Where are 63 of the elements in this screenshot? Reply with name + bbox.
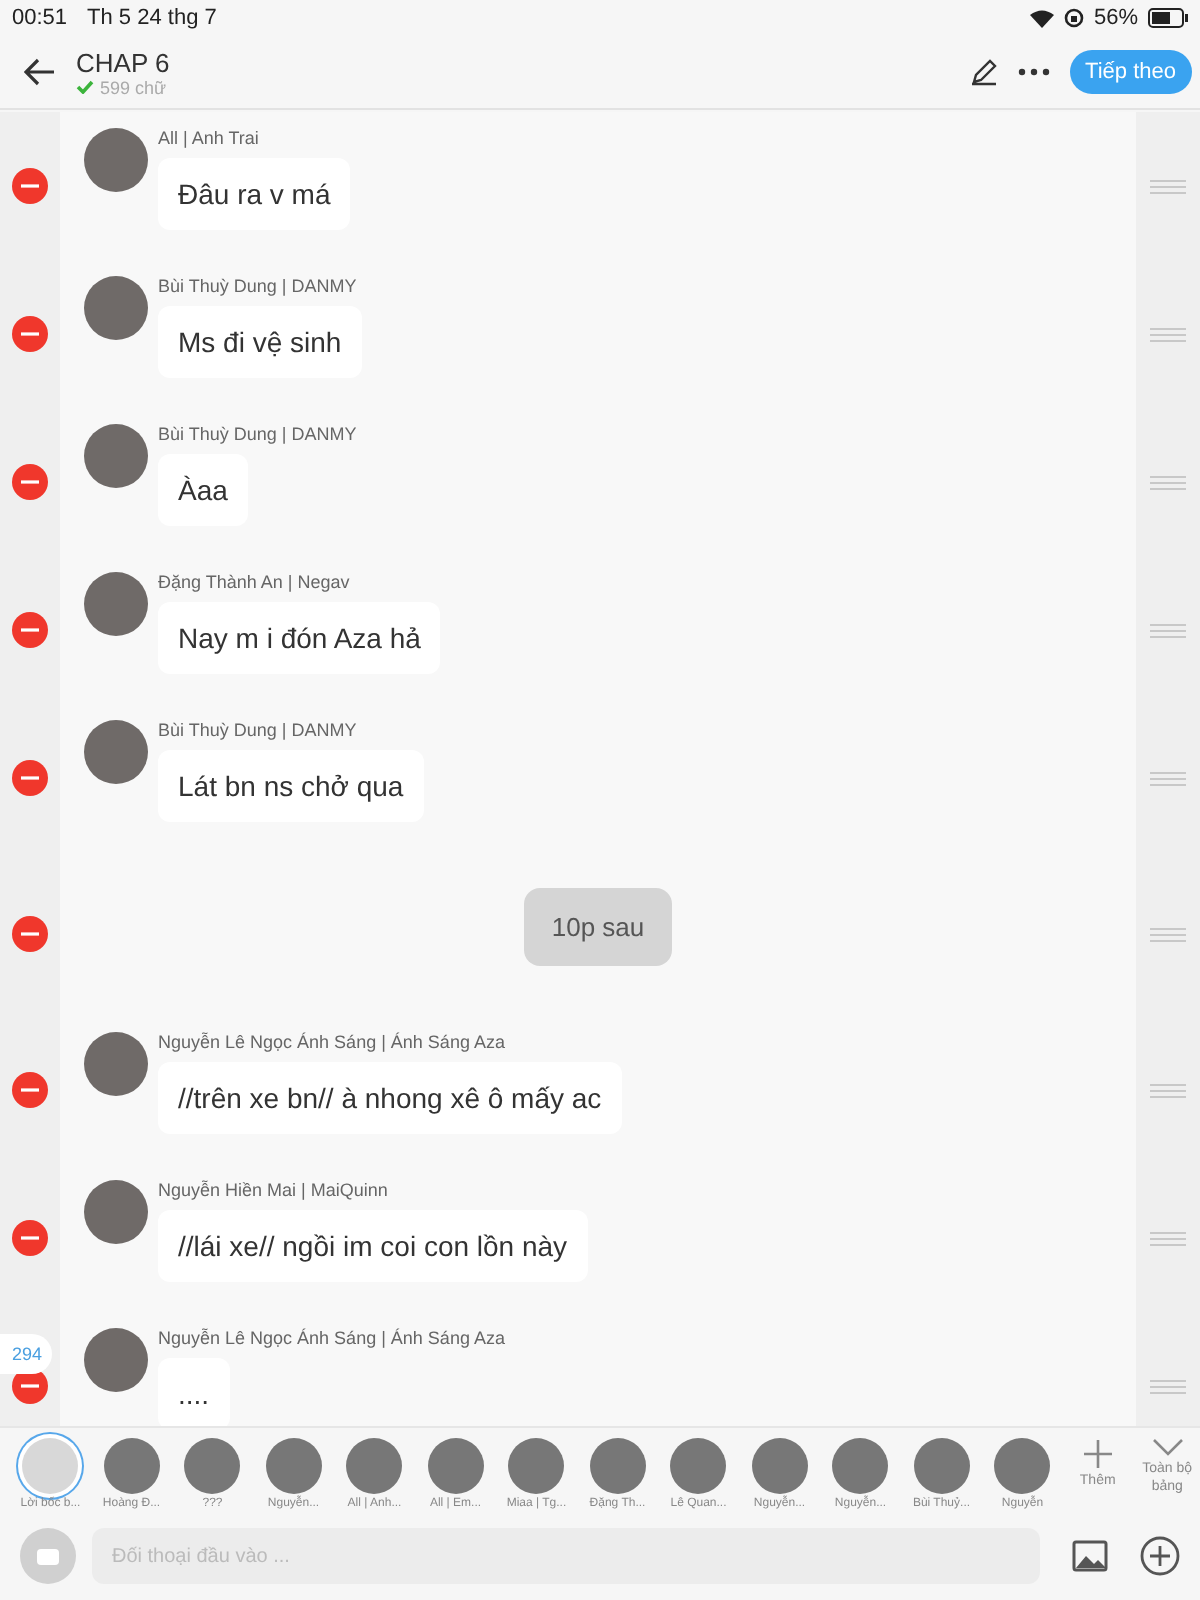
message-bubble[interactable]: Ms đi vệ sinh <box>158 306 362 378</box>
remove-icon[interactable] <box>12 464 48 500</box>
avatar <box>84 1180 148 1244</box>
more-icon[interactable] <box>1017 68 1050 76</box>
drag-handle-icon[interactable] <box>1150 327 1186 341</box>
remove-icon[interactable] <box>12 316 48 352</box>
avatar <box>84 572 148 636</box>
narration-bubble[interactable]: 10p sau <box>523 887 673 965</box>
back-arrow-icon[interactable] <box>24 58 56 86</box>
drag-handle-icon[interactable] <box>1150 771 1186 785</box>
remove-icon[interactable] <box>12 168 48 204</box>
avatar <box>84 720 148 784</box>
message-bubble[interactable]: //lái xe// ngồi im coi con lồn này <box>158 1210 588 1282</box>
speaker-name: Bùi Thuỳ Dung | DANMY <box>158 276 357 296</box>
chevron-down-icon <box>1151 1438 1184 1458</box>
image-button[interactable] <box>1072 1540 1108 1572</box>
image-icon <box>1072 1540 1108 1572</box>
avatar <box>84 1032 148 1096</box>
pencil-icon[interactable] <box>969 58 998 86</box>
speaker-name: Nguyễn Hiền Mai | MaiQuinn <box>158 1180 388 1200</box>
avatar <box>84 424 148 488</box>
speaker-name: Bùi Thuỳ Dung | DANMY <box>158 424 357 444</box>
add-button[interactable] <box>1140 1536 1180 1576</box>
drag-handle-icon[interactable] <box>1150 1379 1186 1393</box>
avatar <box>84 1328 148 1392</box>
status-time: 00:51 <box>12 6 68 30</box>
lock-rotation-icon <box>1063 8 1084 28</box>
next-button[interactable]: Tiếp theo <box>1069 50 1192 94</box>
remove-icon[interactable] <box>12 916 48 952</box>
wifi-icon <box>1029 9 1054 27</box>
message-bubble[interactable]: .... <box>158 1358 230 1426</box>
battery-icon <box>1148 8 1188 28</box>
speaker-name: All | Anh Trai <box>158 128 259 148</box>
remove-icon[interactable] <box>12 1072 48 1108</box>
drag-handle-icon[interactable] <box>1150 623 1186 637</box>
remove-icon[interactable] <box>12 1220 48 1256</box>
status-date: Th 5 24 thg 7 <box>87 6 217 30</box>
drag-handle-icon[interactable] <box>1150 1231 1186 1245</box>
check-icon <box>76 80 94 94</box>
speaker-name: Đặng Thành An | Negav <box>158 572 350 592</box>
speech-bubble-icon <box>36 1547 60 1565</box>
avatar <box>84 276 148 340</box>
avatar <box>84 128 148 192</box>
message-bubble[interactable]: Nay m i đón Aza hả <box>158 602 441 674</box>
remove-icon[interactable] <box>12 760 48 796</box>
chapter-title: CHAP 6 <box>76 47 172 77</box>
drag-handle-icon[interactable] <box>1150 1083 1186 1097</box>
message-bubble[interactable]: Àaa <box>158 454 248 526</box>
message-bubble[interactable]: //trên xe bn// à nhong xê ô mấy ac <box>158 1062 622 1134</box>
drag-handle-icon[interactable] <box>1150 475 1186 489</box>
word-count: 599 chữ <box>100 77 167 97</box>
plus-circle-icon <box>1140 1536 1180 1576</box>
drag-handle-icon[interactable] <box>1150 179 1186 193</box>
message-bubble[interactable]: Đâu ra v má <box>158 158 351 230</box>
line-count-badge: 294 <box>0 1334 53 1374</box>
message-bubble[interactable]: Lát bn ns chở qua <box>158 750 424 822</box>
speaker-name: Bùi Thuỳ Dung | DANMY <box>158 720 357 740</box>
battery-percent: 56% <box>1093 6 1138 30</box>
plus-icon <box>1081 1438 1114 1470</box>
speaker-name: Nguyễn Lê Ngọc Ánh Sáng | Ánh Sáng Aza <box>158 1328 505 1348</box>
remove-icon[interactable] <box>12 612 48 648</box>
drag-handle-icon[interactable] <box>1150 927 1186 941</box>
speaker-name: Nguyễn Lê Ngọc Ánh Sáng | Ánh Sáng Aza <box>158 1032 505 1052</box>
